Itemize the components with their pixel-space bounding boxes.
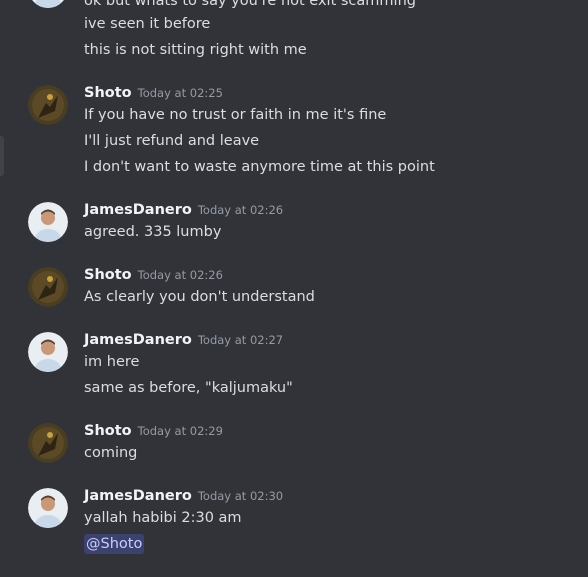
message-text: If you have no trust or faith in me it's… bbox=[84, 107, 387, 123]
avatar-james[interactable] bbox=[28, 488, 68, 528]
message-text: I don't want to waste anymore time at th… bbox=[84, 159, 435, 175]
avatar-james-icon bbox=[28, 202, 68, 242]
author-name[interactable]: JamesDanero bbox=[84, 330, 192, 350]
message-text: coming bbox=[84, 445, 138, 461]
avatar-james-icon bbox=[28, 488, 68, 528]
message-timestamp: Today at 02:29 bbox=[137, 424, 223, 438]
message-text: same as before, "kaljumaku" bbox=[84, 380, 293, 396]
author-name[interactable]: JamesDanero bbox=[84, 486, 192, 506]
message-timestamp: Today at 02:25 bbox=[137, 86, 223, 100]
message-text: agreed. 335 lumby bbox=[84, 224, 222, 240]
avatar-james-partial[interactable] bbox=[28, 0, 68, 8]
message-timestamp: Today at 02:30 bbox=[197, 489, 284, 503]
avatar-james-icon bbox=[32, 0, 64, 8]
message-text: ok but whats to say you're not exit scam… bbox=[84, 0, 416, 9]
message-text: ive seen it before bbox=[84, 16, 211, 32]
message-timestamp: Today at 02:26 bbox=[137, 268, 223, 282]
author-name[interactable]: Shoto bbox=[84, 421, 132, 441]
user-mention[interactable]: @Shoto bbox=[84, 534, 145, 554]
avatar-shoto[interactable] bbox=[28, 267, 68, 307]
avatar-shoto[interactable] bbox=[28, 85, 68, 125]
message-text: yallah habibi 2:30 am bbox=[84, 510, 242, 526]
avatar-james[interactable] bbox=[28, 202, 68, 242]
message-text: this is not sitting right with me bbox=[84, 42, 307, 58]
author-name[interactable]: Shoto bbox=[84, 265, 132, 285]
avatar-shoto-icon bbox=[28, 267, 68, 307]
avatar-shoto[interactable] bbox=[28, 423, 68, 463]
message-text: I'll just refund and leave bbox=[84, 133, 260, 149]
avatar-shoto-icon bbox=[28, 85, 68, 125]
avatar-james[interactable] bbox=[28, 332, 68, 372]
chat-scroll-indicator[interactable] bbox=[0, 136, 4, 176]
author-name[interactable]: Shoto bbox=[84, 83, 132, 103]
message-text: im here bbox=[84, 354, 140, 370]
message-timestamp: Today at 02:26 bbox=[197, 203, 284, 217]
message-text: As clearly you don't understand bbox=[84, 289, 315, 305]
message-timestamp: Today at 02:27 bbox=[197, 333, 284, 347]
avatar-james-icon bbox=[28, 332, 68, 372]
author-name[interactable]: JamesDanero bbox=[84, 200, 192, 220]
avatar-shoto-icon bbox=[28, 423, 68, 463]
